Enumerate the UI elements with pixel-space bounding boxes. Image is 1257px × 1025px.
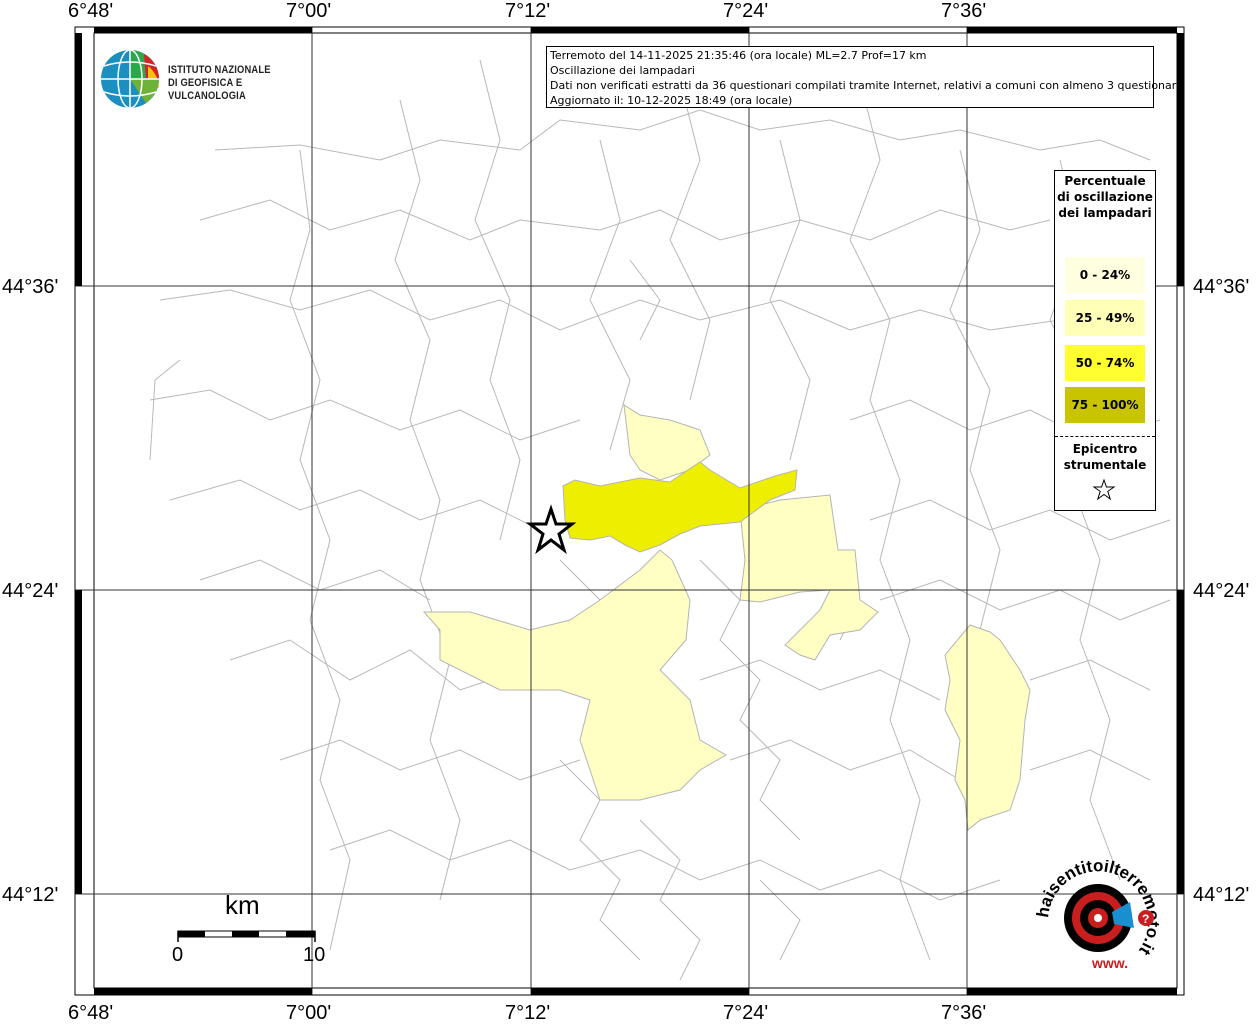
lat-label-left: 44°24' — [2, 580, 59, 602]
data-disclaimer: Dati non verificati estratti da 36 quest… — [550, 79, 1183, 92]
event-title: Terremoto del 14-11-2025 21:35:46 (ora l… — [550, 49, 927, 62]
ingv-name: ISTITUTO NAZIONALE DI GEOFISICA E VULCAN… — [168, 64, 297, 103]
legend-item: 75 - 100% — [1065, 387, 1145, 423]
scale-bar: km 0 10 — [170, 890, 330, 970]
haisentito-logo-graphic: haisentitoilterremoto.it ? www. — [1033, 856, 1163, 971]
ingv-logo: ISTITUTO NAZIONALE DI GEOFISICA E VULCAN… — [100, 48, 320, 110]
haisentito-logo: haisentitoilterremoto.it ? www. — [1030, 856, 1166, 976]
scale-end-label: 10 — [303, 944, 326, 966]
ingv-name-line1: ISTITUTO NAZIONALE — [168, 64, 271, 76]
legend-item: 0 - 24% — [1065, 257, 1145, 293]
legend-item: 25 - 49% — [1065, 300, 1145, 336]
legend-separator — [1055, 436, 1155, 437]
lon-label-top: 7°36' — [941, 0, 987, 22]
scale-unit: km — [225, 890, 260, 920]
lon-label-bottom: 7°36' — [941, 1002, 987, 1024]
lon-label-top: 7°24' — [723, 0, 769, 22]
scale-start-label: 0 — [172, 944, 184, 966]
ingv-globe-icon — [101, 49, 159, 109]
lon-label-bottom: 6°48' — [68, 1002, 114, 1024]
event-info-box: Terremoto del 14-11-2025 21:35:46 (ora l… — [546, 46, 1183, 108]
ingv-name-line2: DI GEOFISICA E VULCANOLOGIA — [168, 77, 246, 102]
legend-item-label: 0 - 24% — [1079, 268, 1131, 282]
legend-item-label: 25 - 49% — [1075, 311, 1135, 325]
lat-label-right: 44°12' — [1193, 884, 1250, 906]
lon-label-top: 7°00' — [286, 0, 332, 22]
lat-label-right: 44°36' — [1193, 276, 1250, 298]
intensity-map: 6°48' 7°00' 7°12' 7°24' 7°36' 6°48' 7°00… — [0, 0, 1257, 1024]
legend: Percentuale di oscillazione dei lampadar… — [1054, 170, 1156, 511]
legend-star-icon — [1092, 478, 1116, 501]
legend-epicenter-label: Epicentro strumentale — [1063, 442, 1147, 472]
lat-label-left: 44°12' — [2, 884, 59, 906]
legend-item-label: 75 - 100% — [1071, 398, 1139, 412]
legend-item: 50 - 74% — [1065, 345, 1145, 381]
lon-label-top: 6°48' — [68, 0, 114, 22]
lon-label-top: 7°12' — [505, 0, 551, 22]
update-timestamp: Aggiornato il: 10-12-2025 18:49 (ora loc… — [550, 94, 793, 107]
haisentito-logo-prefix: www. — [1091, 955, 1128, 971]
lat-label-right: 44°24' — [1193, 580, 1250, 602]
svg-text:?: ? — [1142, 912, 1149, 926]
lon-label-bottom: 7°00' — [286, 1002, 332, 1024]
legend-item-label: 50 - 74% — [1075, 356, 1135, 370]
legend-title: Percentuale di oscillazione dei lampadar… — [1057, 174, 1153, 220]
lon-label-bottom: 7°24' — [723, 1002, 769, 1024]
map-subject: Oscillazione dei lampadari — [550, 64, 695, 77]
lon-label-bottom: 7°12' — [505, 1002, 551, 1024]
lat-label-left: 44°36' — [2, 276, 59, 298]
